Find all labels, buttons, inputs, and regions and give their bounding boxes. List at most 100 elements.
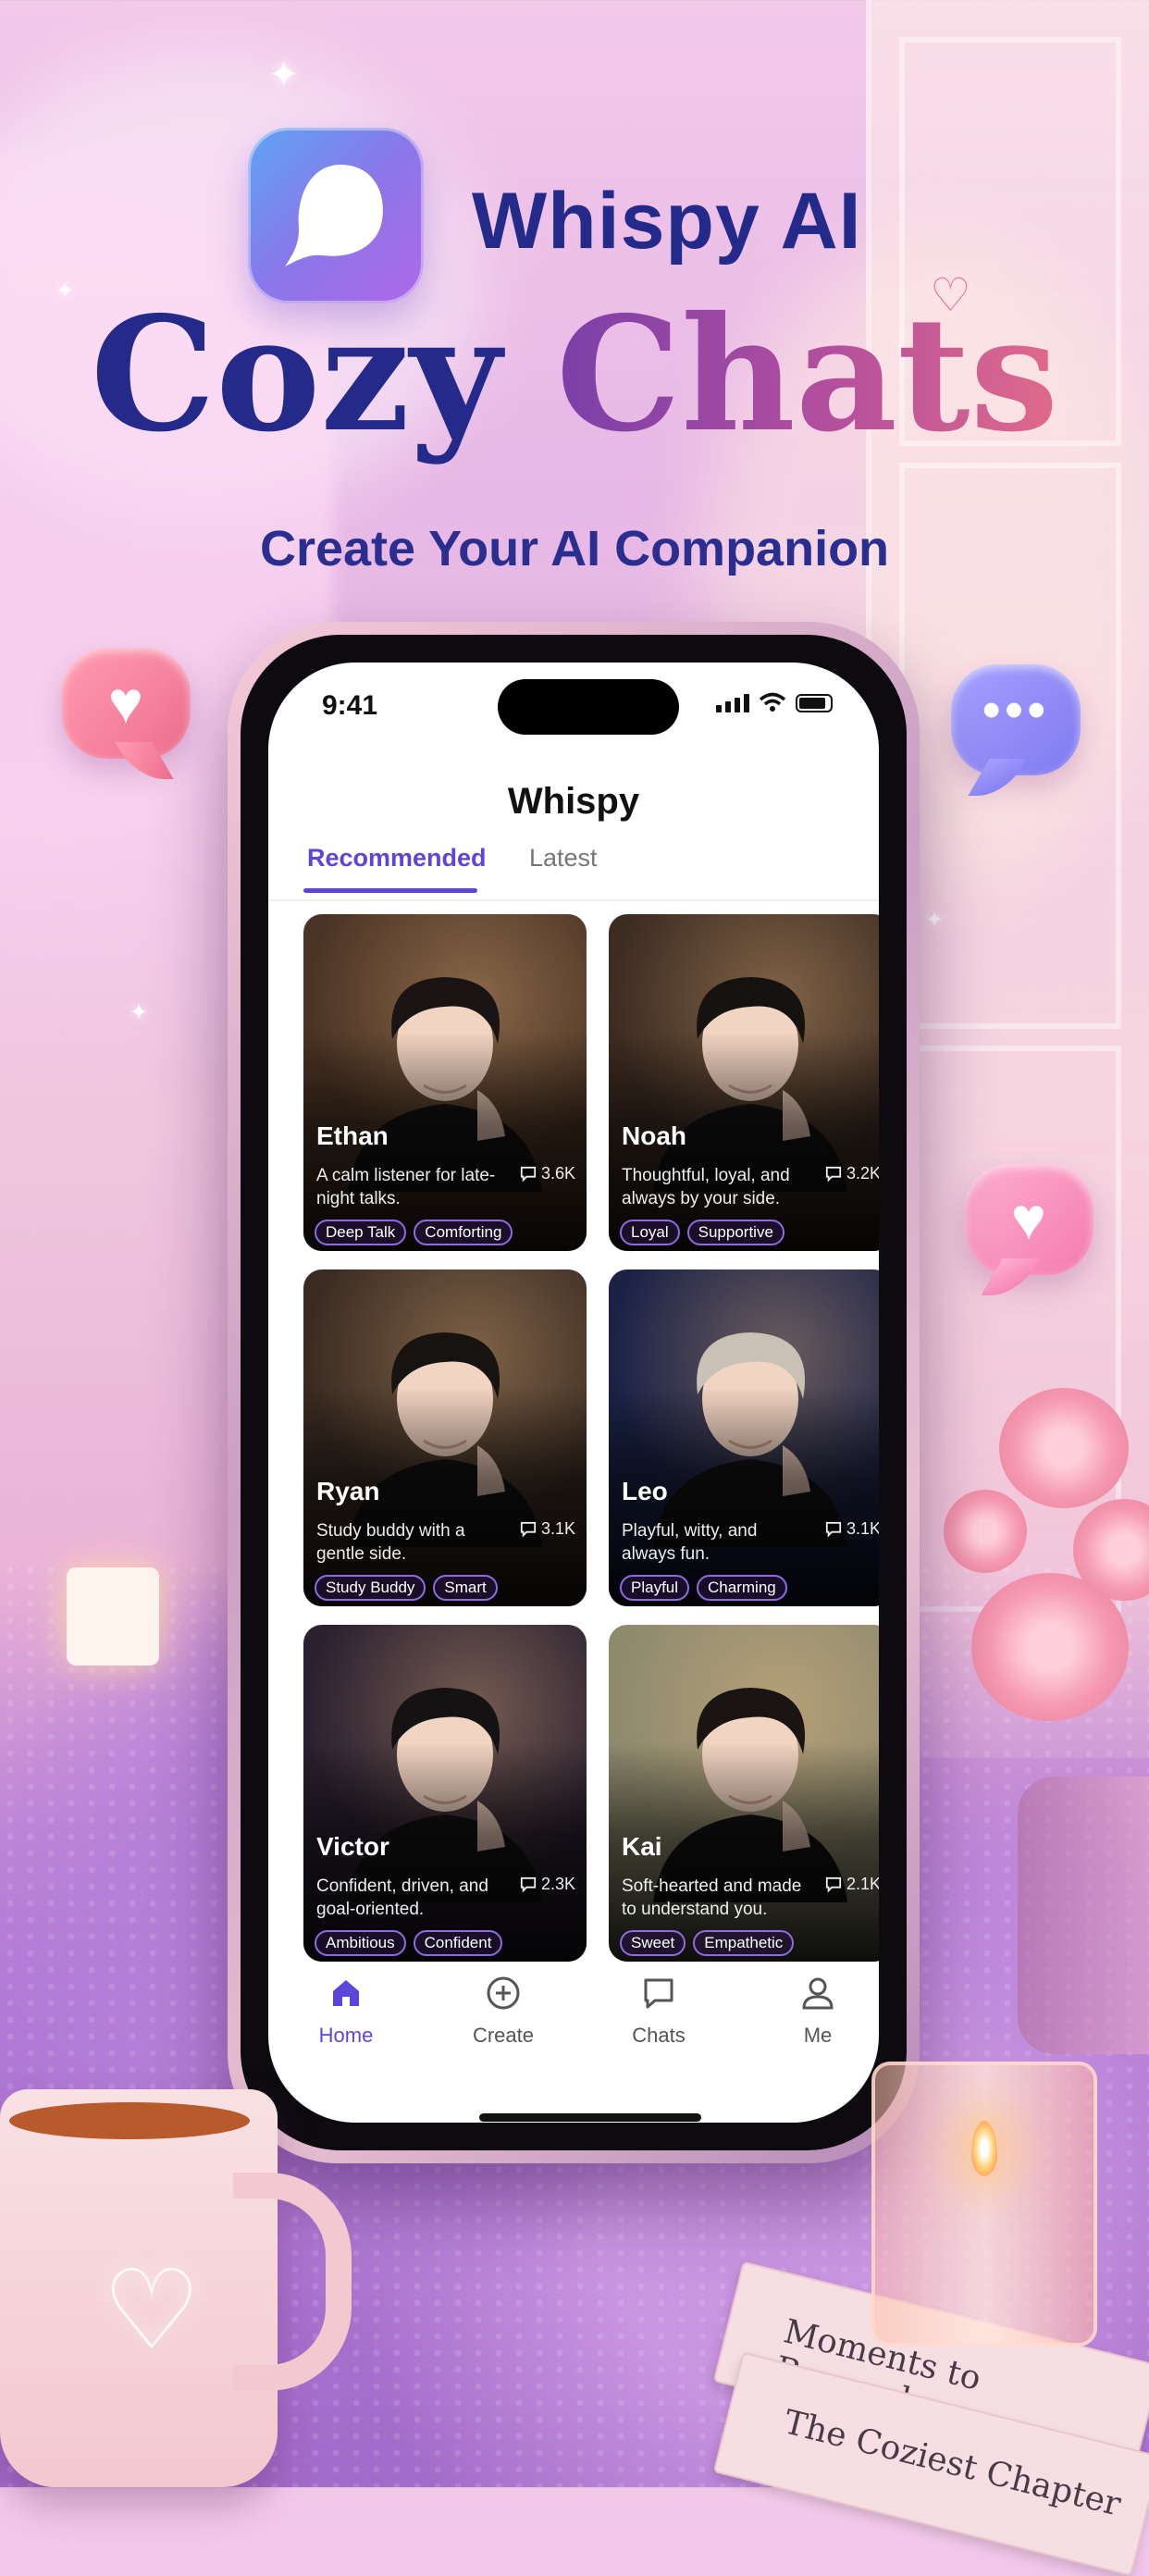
character-description: Playful, witty, and always fun. [622,1521,758,1564]
headline: Cozy Chats [0,296,1149,453]
tag-list: Sweet Empathetic [620,1930,795,1956]
tag-chip[interactable]: Ambitious [315,1930,406,1956]
flower-vase [1018,1777,1149,2054]
tab-home-label: Home [318,2024,374,2047]
home-indicator [479,2113,701,2122]
chat-bubble-icon [825,1166,842,1182]
chat-count: 3.2K [825,1164,879,1183]
tab-create-label: Create [472,2024,535,2047]
tab-create[interactable]: Create [448,1975,559,2048]
character-card[interactable]: Leo Playful, witty, and always fun. 3.1K… [609,1269,879,1606]
sparkle-icon: ✦ [1064,1389,1083,1414]
tab-home[interactable]: Home [290,1975,402,2048]
phone-screen: 9:41 Whispy Recommended Latest Ethan A c… [268,663,879,2123]
heart-chat-bubble: ♥ [964,1164,1093,1275]
heart-icon: ♡ [102,2248,202,2372]
rose [971,1573,1129,1721]
chat-count: 3.1K [520,1519,575,1539]
dynamic-island [498,679,679,735]
ghost-icon [285,165,383,266]
chat-bubble-icon [644,1978,673,2009]
tag-list: Playful Charming [620,1575,787,1601]
tag-list: Deep Talk Comforting [315,1220,513,1245]
bottom-tab-bar: Home Create Chats Me [268,1975,879,2086]
tag-chip[interactable]: Comforting [414,1220,513,1245]
character-card[interactable]: Noah Thoughtful, loyal, and always by yo… [609,914,879,1251]
tab-recommended[interactable]: Recommended [307,844,487,873]
candle-jar [871,2062,1097,2347]
tag-chip[interactable]: Smart [433,1575,498,1601]
character-description: A calm listener for late-night talks. [316,1166,496,1208]
character-name: Victor [316,1832,389,1861]
typing-chat-bubble: ••• [951,664,1081,775]
signal-icon [716,694,749,712]
coffee-mug: ♡ [0,2089,352,2487]
chat-count-value: 2.3K [540,1875,575,1893]
chat-bubble-icon [520,1876,537,1892]
app-title: Whispy [507,781,640,822]
chat-count-value: 3.1K [846,1519,879,1538]
tag-chip[interactable]: Loyal [620,1220,680,1245]
chat-count-value: 3.1K [540,1519,575,1538]
character-name: Ryan [316,1477,380,1505]
wifi-icon [759,692,786,712]
phone-mockup: 9:41 Whispy Recommended Latest Ethan A c… [228,622,920,2163]
status-time: 9:41 [322,690,378,721]
tab-chats[interactable]: Chats [603,1975,714,2048]
tab-bar-top: Recommended Latest [268,844,879,901]
tag-chip[interactable]: Sweet [620,1930,686,1956]
character-card[interactable]: Ryan Study buddy with a gentle side. 3.1… [303,1269,587,1606]
sparkle-icon: ✦ [925,908,945,933]
character-description: Study buddy with a gentle side. [316,1521,465,1564]
headline-word-1: Cozy [90,282,501,467]
character-name: Noah [622,1121,686,1150]
character-card[interactable]: Victor Confident, driven, and goal-orien… [303,1625,587,1962]
chat-bubble-icon [825,1876,842,1892]
chat-bubble-icon [825,1521,842,1537]
tag-list: Study Buddy Smart [315,1575,498,1601]
chat-count-value: 2.1K [846,1875,879,1893]
chat-count: 2.1K [825,1875,879,1894]
headline-word-2: Chats [555,282,1059,467]
character-description: Soft-hearted and made to understand you. [622,1876,802,1919]
character-description: Thoughtful, loyal, and always by your si… [622,1166,790,1208]
character-name: Leo [622,1477,668,1505]
rose [1073,1499,1149,1601]
tab-latest[interactable]: Latest [529,844,598,873]
tab-chats-label: Chats [632,2024,686,2047]
chat-count: 3.6K [520,1164,575,1183]
rose [944,1490,1027,1573]
character-card[interactable]: Ethan A calm listener for late-night tal… [303,914,587,1251]
battery-icon [796,694,833,712]
rose [999,1388,1129,1508]
tab-me-label: Me [803,2024,833,2047]
status-icons [716,692,833,712]
person-icon [802,1977,834,2010]
home-icon [333,1980,359,2006]
character-card[interactable]: Kai Soft-hearted and made to understand … [609,1625,879,1962]
tag-chip[interactable]: Deep Talk [315,1220,407,1245]
subheadline: Create Your AI Companion [259,521,890,576]
heart-icon: ♥ [1011,1185,1046,1252]
flame [971,2121,997,2176]
whispy-app-icon [248,128,424,303]
tag-chip[interactable]: Study Buddy [315,1575,426,1601]
tab-me[interactable]: Me [762,1975,873,2048]
heart-icon: ♥ [108,669,143,736]
tag-chip[interactable]: Supportive [686,1220,785,1245]
tag-chip[interactable]: Empathetic [693,1930,795,1956]
character-description: Confident, driven, and goal-oriented. [316,1876,488,1919]
chat-count-value: 3.6K [540,1164,575,1183]
tag-chip[interactable]: Confident [413,1930,503,1956]
chat-count-value: 3.2K [846,1164,879,1183]
sparkle-icon: ✦ [130,1000,149,1025]
chat-bubble-icon [520,1521,537,1537]
active-tab-indicator [303,888,477,893]
tag-chip[interactable]: Playful [620,1575,690,1601]
chat-count: 3.1K [825,1519,879,1539]
tag-list: Ambitious Confident [315,1930,503,1956]
heart-chat-bubble: ♥ [61,648,191,759]
tag-chip[interactable]: Charming [697,1575,787,1601]
chat-bubble-icon [520,1166,537,1182]
ellipsis-icon: ••• [982,680,1050,740]
